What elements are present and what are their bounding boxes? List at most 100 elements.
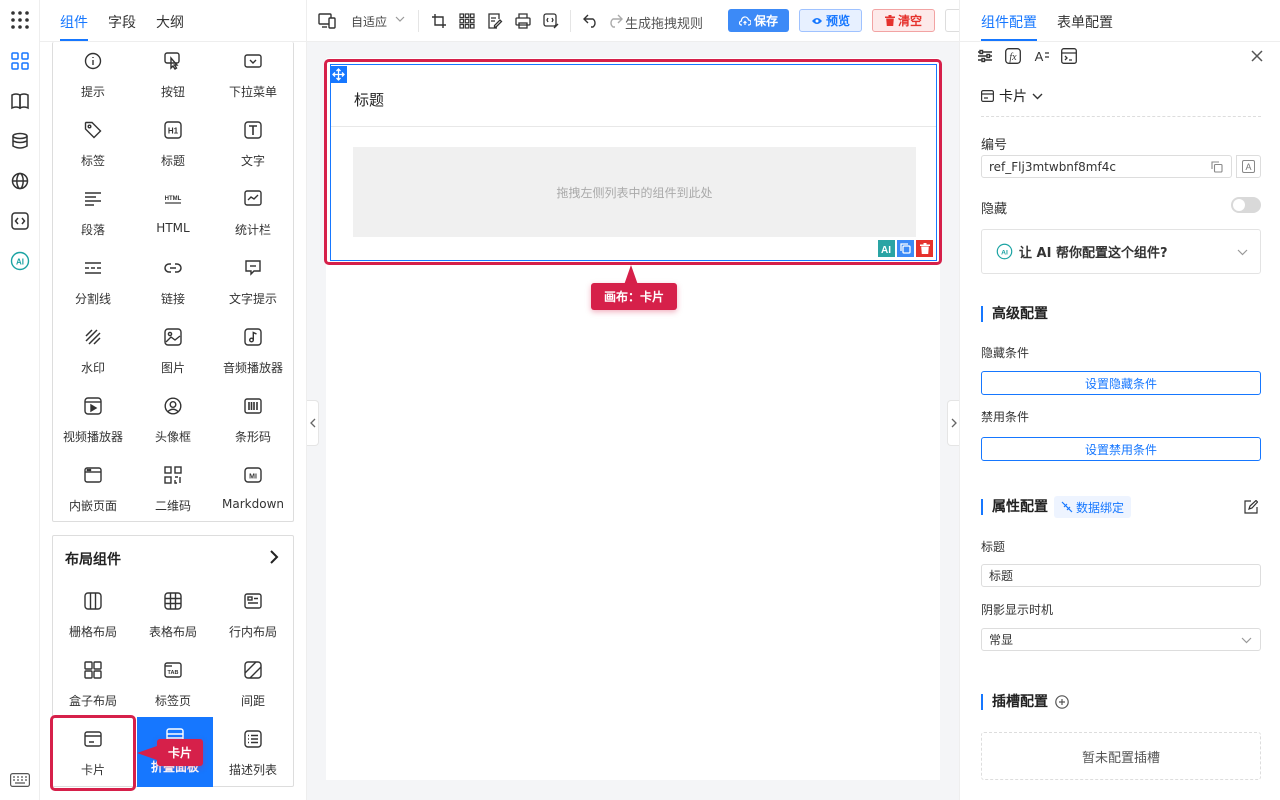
crop-icon[interactable] [429,11,449,31]
hidden-toggle[interactable] [1231,197,1261,213]
component-image[interactable]: 图片 [133,318,213,378]
component-type-select[interactable]: 卡片 [981,86,1043,106]
toolbar-divider [570,10,571,32]
component-tabs[interactable]: TAB 标签页 [133,651,213,711]
ai-config-prompt[interactable]: AI 让 AI 帮你配置这个组件? [981,229,1261,274]
ai-assistant-icon[interactable]: AI [9,250,31,272]
trash-icon [919,243,930,254]
set-disable-condition-button[interactable]: 设置禁用条件 [981,437,1261,461]
component-label: 水印 [80,361,105,375]
component-stat[interactable]: 统计栏 [213,180,293,240]
component-inline-layout[interactable]: 行内布局 [213,582,293,642]
hide-condition-label: 隐藏条件 [981,346,1030,360]
component-card[interactable]: 卡片 [53,720,133,780]
keyboard-icon[interactable] [9,769,31,791]
close-icon[interactable] [1251,50,1263,62]
cloud-upload-icon [738,15,751,26]
component-heading[interactable]: H1 标题 [133,111,213,171]
device-icon[interactable] [317,11,337,31]
print-icon[interactable] [513,11,533,31]
component-table-layout[interactable]: 表格布局 [133,582,213,642]
tab-component-config[interactable]: 组件配置 [981,12,1037,32]
component-description-list[interactable]: 描述列表 [213,720,293,780]
component-text-tooltip[interactable]: 文字提示 [213,249,293,309]
component-tip[interactable]: 提示 [53,42,133,102]
grid-dots-icon[interactable] [457,11,477,31]
save-button[interactable]: 保存 [728,9,789,32]
chevron-down-icon[interactable] [395,16,405,22]
undo-icon[interactable] [581,11,601,31]
component-button[interactable]: 按钮 [133,42,213,102]
code-icon[interactable] [9,210,31,232]
edit-note-icon[interactable] [485,11,505,31]
components-icon[interactable] [9,50,31,72]
toolbar: 自适应 生成拖拽规则 保存 预览 清空 [307,0,959,42]
book-icon[interactable] [9,90,31,112]
form-canvas[interactable]: 标题 拖拽左侧列表中的组件到此处 AI [326,58,940,780]
text-style-icon[interactable]: A [1033,48,1049,64]
code-terminal-icon[interactable] [1061,48,1077,64]
globe-icon[interactable] [9,170,31,192]
generate-drag-rule[interactable]: 生成拖拽规则 [625,13,703,32]
tab-components[interactable]: 组件 [60,12,88,32]
component-paragraph[interactable]: 段落 [53,180,133,240]
svg-text:MI: MI [249,474,257,481]
text-icon [243,120,263,140]
svg-text:TAB: TAB [168,670,179,676]
collapse-left-panel[interactable] [307,400,319,446]
copy-action-button[interactable] [897,240,914,257]
id-case-toggle[interactable]: A [1236,155,1261,178]
component-text[interactable]: 文字 [213,111,293,171]
clear-button[interactable]: 清空 [872,9,935,32]
data-binding-button[interactable]: 数据绑定 [1054,496,1132,518]
component-watermark[interactable]: 水印 [53,318,133,378]
apps-grid-icon[interactable] [9,9,31,31]
ai-action-button[interactable]: AI [878,240,895,257]
database-icon[interactable] [9,130,31,152]
delete-action-button[interactable] [916,240,933,257]
component-barcode[interactable]: 条形码 [213,387,293,447]
tab-form-config[interactable]: 表单配置 [1057,12,1113,32]
paragraph-icon [83,189,103,209]
canvas-callout: 画布：卡片 [591,283,677,310]
data-binding-label: 数据绑定 [1076,500,1125,515]
component-dropdown[interactable]: 下拉菜单 [213,42,293,102]
redo-icon[interactable] [605,11,625,31]
id-field[interactable]: ref_Flj3mtwbnf8mf4c [981,155,1232,178]
component-video[interactable]: 视频播放器 [53,387,133,447]
component-divider[interactable]: 分割线 [53,249,133,309]
component-spacing[interactable]: 间距 [213,651,293,711]
copy-icon[interactable] [1211,161,1223,173]
shadow-select[interactable]: 常显 [981,628,1261,651]
function-icon[interactable]: fx [1005,48,1021,64]
component-markdown[interactable]: MI Markdown [213,456,293,516]
set-hide-condition-button[interactable]: 设置隐藏条件 [981,371,1261,395]
tab-fields[interactable]: 字段 [108,12,136,32]
slot-empty-state: 暂未配置插槽 [981,732,1261,780]
device-select[interactable]: 自适应 [351,13,387,30]
tab-outline[interactable]: 大纲 [156,12,184,32]
component-qrcode[interactable]: 二维码 [133,456,213,516]
sliders-icon[interactable] [977,48,993,64]
collapse-right-panel[interactable] [947,400,959,446]
title-input[interactable]: 标题 [981,564,1261,587]
component-grid-layout[interactable]: 栅格布局 [53,582,133,642]
card-drop-zone[interactable]: 拖拽左侧列表中的组件到此处 [353,147,916,237]
component-tag[interactable]: 标签 [53,111,133,171]
json-export-icon[interactable] [541,11,561,31]
component-avatar[interactable]: 头像框 [133,387,213,447]
id-label: 编号 [981,138,1008,153]
more-button-edge[interactable] [945,9,959,32]
component-audio[interactable]: 音频播放器 [213,318,293,378]
component-link[interactable]: 链接 [133,249,213,309]
add-slot-icon[interactable] [1055,695,1069,709]
drag-handle[interactable] [330,66,347,83]
preview-button[interactable]: 预览 [799,9,862,32]
card-widget[interactable]: 标题 拖拽左侧列表中的组件到此处 AI [330,64,937,261]
edit-icon[interactable] [1244,500,1258,514]
component-html[interactable]: HTML HTML [133,180,213,240]
component-box-layout[interactable]: 盒子布局 [53,651,133,711]
component-iframe[interactable]: 内嵌页面 [53,456,133,516]
set-disable-condition-label: 设置禁用条件 [1084,442,1157,457]
chevron-right-icon[interactable] [269,550,279,564]
